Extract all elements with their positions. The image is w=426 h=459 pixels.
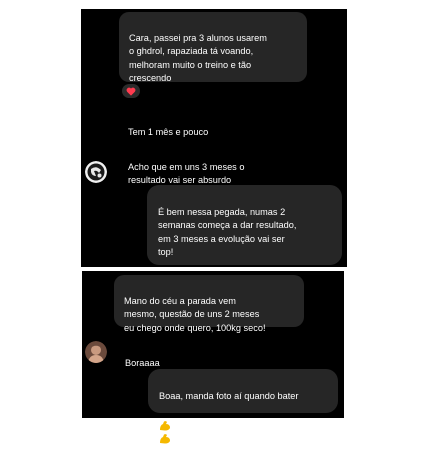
avatar-image bbox=[85, 341, 107, 363]
message-text: É bem nessa pegada, numas 2 semanas come… bbox=[158, 206, 297, 258]
message-bubble[interactable]: Cara, passei pra 3 alunos usarem o ghdro… bbox=[119, 12, 307, 84]
avatar[interactable] bbox=[85, 161, 107, 183]
message-text: Acho que em uns 3 meses o resultado vai … bbox=[128, 161, 245, 186]
message-bubble[interactable]: Mano do céu a parada vem mesmo, questão … bbox=[114, 275, 304, 333]
message-text: Cara, passei pra 3 alunos usarem o ghdro… bbox=[129, 32, 267, 84]
reaction-badge[interactable] bbox=[122, 84, 140, 98]
chat-panel-top: Cara, passei pra 3 alunos usarem o ghdro… bbox=[81, 9, 347, 267]
message-text: Mano do céu a parada vem mesmo, questão … bbox=[124, 295, 266, 333]
message-bubble-outgoing[interactable]: Boaa, manda foto aí quando bater bbox=[148, 369, 338, 444]
message-bubble[interactable]: Acho que em uns 3 meses o resultado vai … bbox=[128, 147, 298, 186]
message-text: Tem 1 mês e pouco bbox=[128, 126, 209, 137]
message-bubble[interactable]: Tem 1 mês e pouco bbox=[128, 112, 288, 137]
message-text: Boaa, manda foto aí quando bater bbox=[159, 390, 299, 401]
emoji-row bbox=[159, 405, 327, 446]
flexed-biceps-icon bbox=[160, 434, 170, 444]
chat-panel-bottom: Mano do céu a parada vem mesmo, questão … bbox=[82, 271, 344, 444]
message-bubble-outgoing[interactable]: É bem nessa pegada, numas 2 semanas come… bbox=[147, 185, 342, 265]
avatar[interactable] bbox=[85, 341, 107, 363]
flexed-biceps-icon bbox=[160, 420, 170, 431]
message-bubble[interactable]: Boraaaa bbox=[125, 343, 205, 368]
avatar-image bbox=[85, 161, 107, 183]
message-text: Boraaaa bbox=[125, 357, 160, 368]
heart-icon bbox=[126, 87, 136, 96]
